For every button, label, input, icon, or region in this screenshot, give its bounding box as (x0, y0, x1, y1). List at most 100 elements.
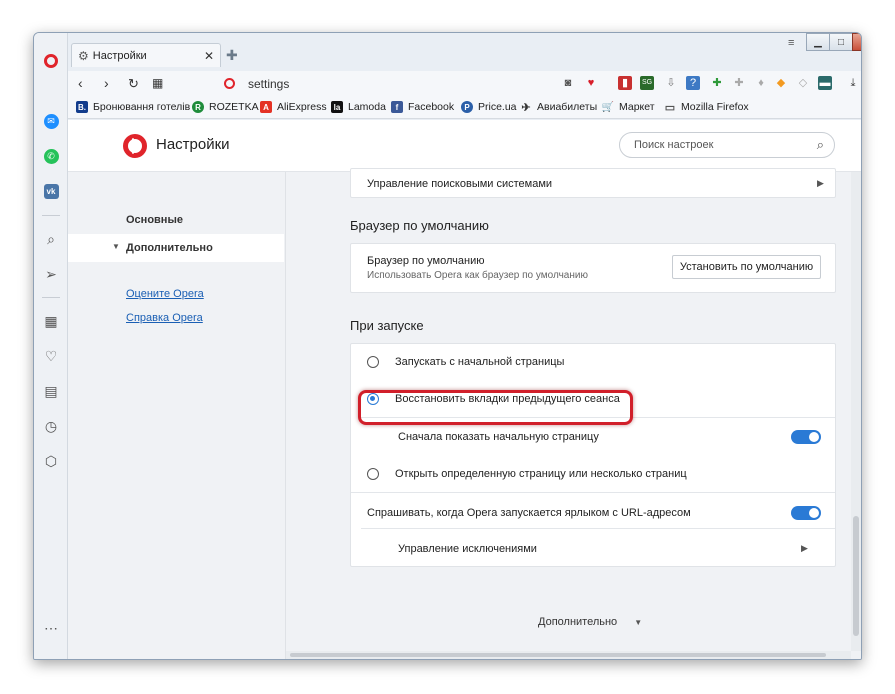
show-start-page-toggle[interactable] (791, 430, 821, 444)
rate-opera-link[interactable]: Оцените Opera (126, 288, 204, 300)
extension-sg-icon[interactable]: SG (640, 76, 654, 90)
extension-orange-icon[interactable]: ◆ (774, 76, 788, 90)
reload-button[interactable]: ↻ (128, 76, 139, 92)
show-start-page-label: Сначала показать начальную страницу (398, 431, 599, 443)
bookmark-avia[interactable]: ✈ Авиабилеты (520, 101, 597, 114)
option-start-page[interactable]: Запускать с начальной страницы (395, 356, 564, 368)
extension-green-icon[interactable]: ✚ (710, 76, 724, 90)
send-icon[interactable]: ➢ (41, 264, 61, 284)
heart-icon[interactable]: ♡ (41, 346, 61, 366)
opera-menu-icon[interactable] (41, 51, 61, 71)
folder-icon: ▭ (664, 101, 676, 114)
search-icon: ⌕ (816, 137, 824, 152)
bookmark-facebook[interactable]: f Facebook (391, 101, 454, 113)
radio-specific-pages[interactable] (367, 468, 379, 480)
extensions-cube-icon[interactable]: ⬡ (41, 451, 61, 471)
annotation-highlight (358, 390, 633, 425)
manage-exceptions[interactable]: Управление исключениями (398, 543, 537, 555)
nav-basic[interactable]: Основные (126, 214, 183, 226)
chevron-down-icon: ▼ (112, 242, 120, 251)
vk-icon[interactable]: vk (41, 181, 61, 201)
whatsapp-icon[interactable]: ✆ (41, 146, 61, 166)
extension-image-icon[interactable]: ▬ (818, 76, 832, 90)
close-window-button[interactable]: ✕ (852, 33, 861, 51)
tab-bar: ⚙ Настройки ✕ ✚ ≡ ▁ □ ✕ (68, 33, 861, 75)
search-engines-card: Управление поисковыми системами ▶ (350, 168, 836, 198)
heart-fav-icon[interactable]: ♥ (584, 76, 598, 90)
scroll-thumb[interactable] (290, 653, 826, 657)
tab-title: Настройки (92, 49, 147, 62)
caret-down-icon: ▼ (634, 618, 643, 627)
opera-url-icon (224, 78, 235, 89)
advanced-more[interactable]: Дополнительно ▼ (538, 616, 642, 628)
bookmark-market[interactable]: 🛒 Маркет (602, 101, 655, 113)
option-specific-pages[interactable]: Открыть определенную страницу или нескол… (395, 468, 687, 480)
default-browser-label: Браузер по умолчанию (367, 255, 485, 267)
forward-button[interactable]: › (104, 75, 109, 91)
set-default-button[interactable]: Установить по умолчанию (672, 255, 821, 279)
plane-icon: ✈ (521, 101, 531, 114)
chevron-right-icon[interactable]: ▶ (801, 543, 808, 554)
rozetka-icon: R (192, 101, 204, 113)
url-field[interactable]: settings (248, 77, 289, 91)
bookmark-firefox[interactable]: ▭ Mozilla Firefox (664, 101, 749, 114)
new-tab-button[interactable]: ✚ (226, 47, 238, 64)
divider (351, 492, 835, 493)
tab-settings[interactable]: ⚙ Настройки ✕ (71, 43, 221, 67)
chevron-right-icon[interactable]: ▶ (817, 178, 824, 189)
radio-start-page[interactable] (367, 356, 379, 368)
search-settings-input[interactable]: Поиск настроек ⌕ (619, 132, 835, 158)
scroll-thumb[interactable] (853, 516, 859, 636)
gear-icon: ⚙ (78, 48, 89, 63)
opera-logo-icon (123, 134, 147, 158)
booking-bookmark-icon: B. (76, 101, 88, 113)
sidebar-separator (42, 297, 60, 298)
maximize-button[interactable]: □ (829, 33, 853, 51)
bookmark-aliexpress[interactable]: A AliExpress (260, 101, 327, 113)
extension-gray-icon[interactable]: ♦ (754, 76, 768, 90)
messenger-icon[interactable]: ✉ (41, 111, 61, 131)
search-placeholder: Поиск настроек (634, 139, 714, 151)
bookmark-rozetka[interactable]: R ROZETKA (192, 101, 259, 113)
back-button[interactable]: ‹ (78, 75, 83, 91)
default-browser-subtitle: Использовать Opera как браузер по умолча… (367, 270, 588, 281)
bookmark-lamoda[interactable]: la Lamoda (331, 101, 386, 113)
more-icon[interactable]: ⋯ (41, 618, 61, 638)
vertical-scrollbar[interactable] (851, 172, 861, 651)
camera-icon[interactable]: ◙ (561, 76, 575, 90)
lamoda-icon: la (331, 101, 343, 113)
price-icon: P (461, 101, 473, 113)
settings-header: Настройки Поиск настроек ⌕ (68, 120, 861, 172)
easy-setup-icon[interactable]: ≡ (788, 37, 794, 49)
close-tab-icon[interactable]: ✕ (204, 49, 214, 63)
aliexpress-icon: A (260, 101, 272, 113)
bookmark-booking[interactable]: B. Бронювання готелів (76, 101, 190, 113)
puzzle-icon[interactable]: ✚ (732, 76, 746, 90)
opera-sidebar: ✉ ✆ vk ⌕ ➢ ▦ ♡ ▤ ◷ ⬡ ⋯ (34, 33, 68, 659)
nav-advanced-row[interactable]: ▼ Дополнительно (68, 234, 284, 262)
download-arrow-icon[interactable]: ⇩ (664, 76, 678, 90)
ask-url-label: Спрашивать, когда Opera запускается ярлы… (367, 507, 691, 519)
manage-search-engines[interactable]: Управление поисковыми системами (367, 178, 552, 190)
history-icon[interactable]: ◷ (41, 416, 61, 436)
minimize-button[interactable]: ▁ (806, 33, 830, 51)
speed-dial-icon[interactable]: ▦ (41, 311, 61, 331)
downloads-icon[interactable]: ⤓ (846, 76, 860, 90)
news-icon[interactable]: ▤ (41, 381, 61, 401)
horizontal-scrollbar[interactable] (286, 651, 851, 659)
settings-nav: Основные ▼ Дополнительно Оцените Opera С… (68, 172, 286, 659)
search-icon[interactable]: ⌕ (41, 229, 61, 249)
bookmarks-bar: B. Бронювання готелів R ROZETKA A AliExp… (68, 97, 861, 119)
advanced-more-label: Дополнительно (538, 616, 618, 628)
ask-url-toggle[interactable] (791, 506, 821, 520)
extension-red-icon[interactable]: ▮ (618, 76, 632, 90)
vpn-icon[interactable]: ◇ (796, 76, 810, 90)
nav-advanced: Дополнительно (126, 242, 213, 254)
default-browser-card: Браузер по умолчанию Использовать Opera … (350, 243, 836, 293)
bookmark-price[interactable]: P Price.ua (461, 101, 517, 113)
facebook-icon: f (391, 101, 403, 113)
browser-window: ✉ ✆ vk ⌕ ➢ ▦ ♡ ▤ ◷ ⬡ ⋯ B + ⚙ Настройки ✕… (33, 32, 862, 660)
help-opera-link[interactable]: Справка Opera (126, 312, 203, 324)
extension-blue-icon[interactable]: ? (686, 76, 700, 90)
tabs-grid-icon[interactable]: ▦ (152, 76, 163, 90)
